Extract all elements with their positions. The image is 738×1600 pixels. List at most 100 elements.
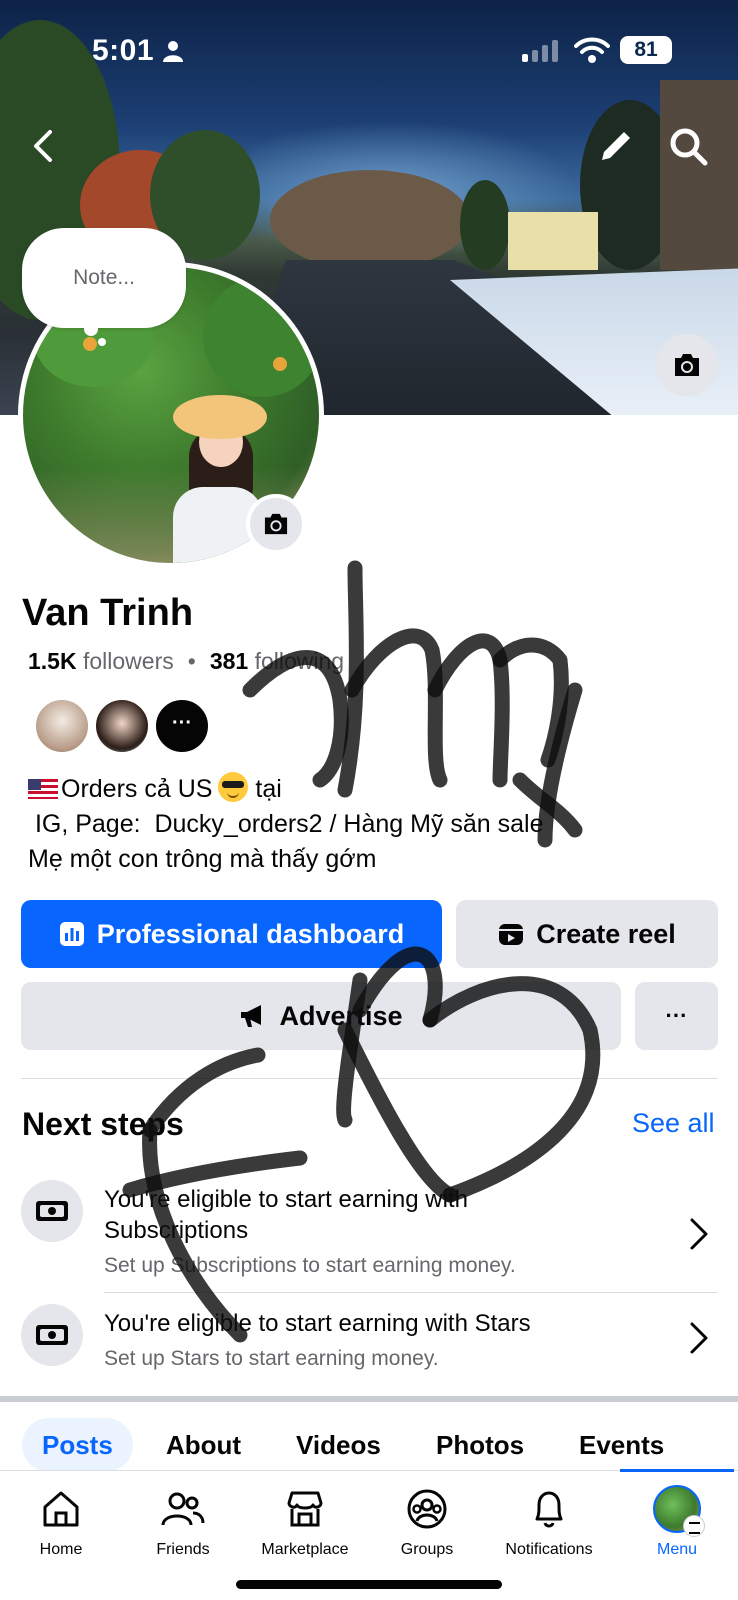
fruit xyxy=(83,337,97,351)
marketplace-icon xyxy=(287,1491,323,1527)
tree xyxy=(460,180,510,270)
fruit xyxy=(273,357,287,371)
next-step-title: You're eligible to start earning with Su… xyxy=(104,1186,468,1244)
friend-avatar[interactable] xyxy=(34,698,90,754)
camera-icon xyxy=(675,354,699,376)
camera-icon xyxy=(264,513,288,535)
money-icon-wrap xyxy=(21,1304,83,1366)
building xyxy=(660,80,738,270)
next-step-title: You're eligible to start earning with St… xyxy=(104,1310,531,1337)
us-flag-icon xyxy=(28,779,58,799)
building xyxy=(508,212,598,270)
groups-icon xyxy=(407,1489,447,1529)
follow-stats: 1.5K followers • 381 following xyxy=(28,648,344,675)
reel-icon xyxy=(499,924,524,945)
scribble-stroke xyxy=(427,633,510,788)
more-options-button[interactable]: ··· xyxy=(635,982,718,1050)
advertise-button[interactable]: Advertise xyxy=(21,982,621,1050)
money-icon xyxy=(36,1325,68,1345)
profile-bio: Orders cả US tại IG, Page: Ducky_orders2… xyxy=(28,772,544,877)
scribble-stroke xyxy=(492,637,569,768)
friend-avatar[interactable] xyxy=(94,698,150,754)
nav-home-label: Home xyxy=(39,1541,83,1558)
nav-notifications[interactable]: Notifications xyxy=(488,1485,610,1559)
followers-count[interactable]: 1.5K xyxy=(28,648,77,674)
stats-separator: • xyxy=(187,648,196,674)
note-bubble-tail xyxy=(98,338,106,346)
scribble-stroke xyxy=(344,628,448,788)
nav-groups-label: Groups xyxy=(400,1541,454,1558)
more-friends-icon[interactable]: ··· xyxy=(154,698,210,754)
bio-line-1-suffix: tại xyxy=(248,775,282,803)
status-time: 5:01 xyxy=(92,34,155,67)
see-all-link[interactable]: See all xyxy=(632,1108,715,1139)
professional-dashboard-label: Professional dashboard xyxy=(96,918,405,949)
nav-menu-label: Menu xyxy=(656,1541,698,1558)
scribble-stroke xyxy=(337,1022,458,1203)
person-icon xyxy=(163,41,183,62)
dashboard-chart-icon xyxy=(59,922,84,946)
money-icon xyxy=(36,1201,68,1221)
create-reel-label: Create reel xyxy=(536,918,676,949)
nav-friends[interactable]: Friends xyxy=(122,1485,244,1559)
cover-camera-button[interactable] xyxy=(656,334,718,396)
create-reel-button[interactable]: Create reel xyxy=(456,900,718,968)
chevron-right-icon xyxy=(690,1218,708,1250)
next-step-subtitle: Set up Stars to start earning money. xyxy=(104,1347,439,1370)
scribble-stroke xyxy=(337,560,364,798)
home-icon xyxy=(43,1491,79,1527)
status-bar: 5:01 81 xyxy=(0,32,738,72)
nav-notifications-label: Notifications xyxy=(505,1541,593,1558)
signal-icon xyxy=(522,40,558,62)
back-icon[interactable] xyxy=(22,124,66,168)
battery-indicator: 81 xyxy=(620,36,672,64)
edit-pencil-icon[interactable] xyxy=(594,124,638,168)
tab-photos[interactable]: Photos xyxy=(436,1418,524,1472)
advertise-label: Advertise xyxy=(279,1000,403,1031)
person-hat xyxy=(173,395,267,439)
next-step-subtitle: Set up Subscriptions to start earning mo… xyxy=(104,1254,516,1277)
divider xyxy=(21,1078,718,1079)
tree xyxy=(270,170,470,270)
profile-name: Van Trinh xyxy=(22,592,194,634)
money-icon-wrap xyxy=(21,1180,83,1242)
menu-active-indicator xyxy=(620,1469,734,1472)
bio-line-1: Orders cả US xyxy=(61,775,213,803)
professional-dashboard-button[interactable]: Professional dashboard xyxy=(21,900,442,968)
wifi-icon xyxy=(574,37,610,63)
avatar-camera-button[interactable] xyxy=(246,494,306,554)
nav-home[interactable]: Home xyxy=(0,1485,122,1559)
nav-friends-label: Friends xyxy=(156,1541,210,1558)
tab-videos[interactable]: Videos xyxy=(296,1418,381,1472)
bio-line-3: Mẹ một con trông mà thấy gớm xyxy=(28,845,377,873)
nav-groups[interactable]: Groups xyxy=(366,1485,488,1559)
next-steps-title: Next steps xyxy=(22,1106,184,1142)
search-icon[interactable] xyxy=(666,124,710,168)
scribble-stroke xyxy=(242,650,349,788)
section-separator xyxy=(0,1396,738,1402)
chevron-right-icon xyxy=(690,1322,708,1354)
divider xyxy=(104,1292,718,1293)
tab-about[interactable]: About xyxy=(166,1418,241,1472)
followers-label[interactable]: followers xyxy=(83,648,174,674)
megaphone-icon xyxy=(241,1005,262,1027)
note-bubble-tail xyxy=(84,322,98,336)
menu-avatar xyxy=(653,1485,705,1537)
nav-marketplace[interactable]: Marketplace xyxy=(244,1485,366,1559)
sunglasses-emoji-icon xyxy=(218,772,249,802)
note-bubble[interactable]: Note... xyxy=(22,228,186,328)
following-count[interactable]: 381 xyxy=(210,648,248,674)
tab-posts[interactable]: Posts xyxy=(22,1418,133,1472)
scribble-stroke xyxy=(537,682,583,848)
profile-tabs: Posts About Videos Photos Events xyxy=(0,1418,738,1472)
friends-icon xyxy=(161,1492,205,1526)
nav-menu[interactable]: Menu xyxy=(616,1485,738,1559)
nav-marketplace-label: Marketplace xyxy=(261,1541,349,1558)
bell-icon xyxy=(535,1491,563,1528)
bio-line-2: IG, Page: Ducky_orders2 / Hàng Mỹ săn sa… xyxy=(28,810,544,838)
home-indicator xyxy=(236,1580,502,1589)
foliage xyxy=(203,277,319,397)
menu-hamburger-icon xyxy=(683,1515,705,1537)
following-label[interactable]: following xyxy=(255,648,345,674)
tab-events[interactable]: Events xyxy=(579,1418,664,1472)
